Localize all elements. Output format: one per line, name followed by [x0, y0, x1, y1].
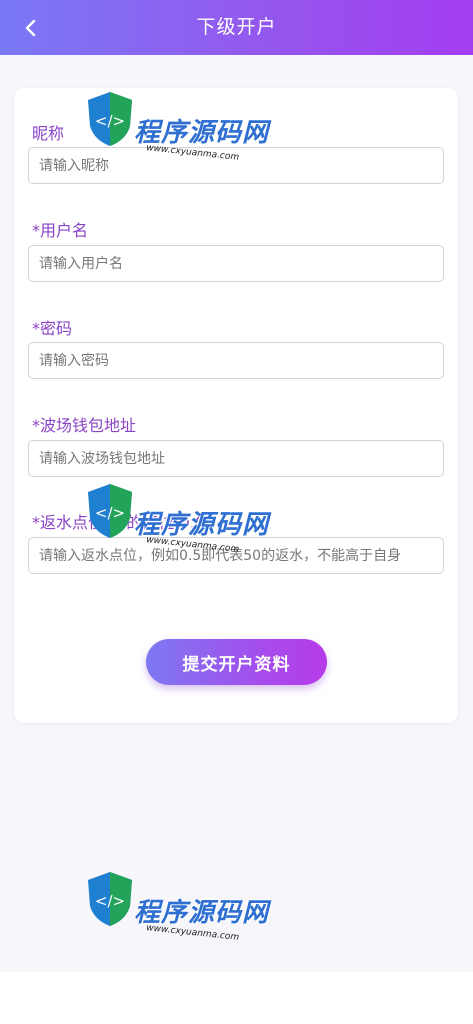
required-mark: *	[32, 416, 40, 435]
username-label: *用户名	[32, 217, 88, 241]
password-label: *密码	[32, 315, 72, 339]
nickname-label-text: 昵称	[32, 124, 65, 143]
password-input[interactable]	[28, 342, 444, 379]
password-label-text: 密码	[40, 319, 73, 338]
form-card: 昵称 *用户名 *密码 *波场钱包地址 *返水点位(百的点位:0.0) 提交开户…	[14, 88, 458, 723]
header-bar: 下级开户	[0, 0, 473, 55]
rebate-input[interactable]	[28, 537, 444, 574]
required-mark: *	[32, 221, 40, 240]
wallet-label-text: 波场钱包地址	[40, 416, 137, 435]
submit-button[interactable]: 提交开户资料	[146, 639, 327, 685]
rebate-label-text: 返水点位(百的点位:0.0)	[40, 513, 212, 532]
username-label-text: 用户名	[40, 221, 89, 240]
nickname-label: 昵称	[32, 120, 64, 144]
required-mark: *	[32, 513, 40, 532]
required-mark: *	[32, 319, 40, 338]
page-title: 下级开户	[196, 16, 277, 38]
username-input[interactable]	[28, 245, 444, 282]
wallet-address-input[interactable]	[28, 440, 444, 477]
rebate-label: *返水点位(百的点位:0.0)	[32, 509, 211, 533]
nickname-input[interactable]	[28, 147, 444, 184]
wallet-label: *波场钱包地址	[32, 412, 136, 436]
